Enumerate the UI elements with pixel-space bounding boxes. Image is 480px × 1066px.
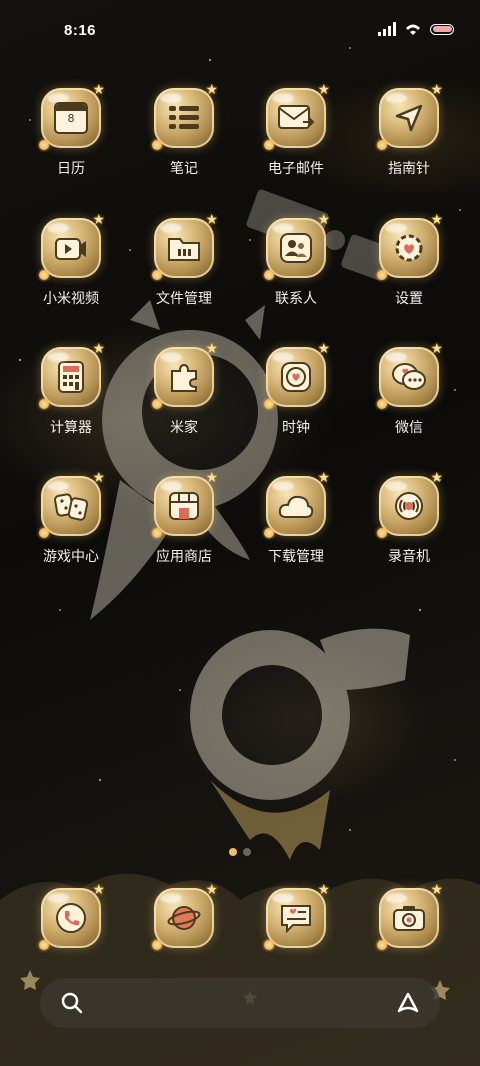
app-label: 笔记 xyxy=(170,161,198,177)
mail-icon: ★ xyxy=(264,82,330,150)
app-calculator[interactable]: ★ 计算器 xyxy=(16,341,126,437)
app-recorder[interactable]: ★ 录音机 xyxy=(354,470,464,566)
app-mail[interactable]: ★ 电子邮件 xyxy=(241,82,351,178)
app-label: 下载管理 xyxy=(268,549,324,565)
app-label: 小米视频 xyxy=(43,291,99,307)
video-icon: ★ xyxy=(39,212,105,280)
folder-icon: ★ xyxy=(152,212,218,280)
notes-icon: ★ xyxy=(152,82,218,150)
search-bar[interactable] xyxy=(40,978,440,1028)
search-icon[interactable] xyxy=(60,991,84,1015)
calendar-icon: 8 ★ xyxy=(39,82,105,150)
phone-icon: ★ xyxy=(39,882,105,950)
app-label: 时钟 xyxy=(282,420,310,436)
app-calendar[interactable]: 8 ★ 日历 xyxy=(16,82,126,178)
app-contacts[interactable]: ★ 联系人 xyxy=(241,212,351,308)
messages-icon: ★ xyxy=(264,882,330,950)
compass-icon: ★ xyxy=(377,82,443,150)
app-label: 联系人 xyxy=(275,291,317,307)
app-files[interactable]: ★ 文件管理 xyxy=(129,212,239,308)
wifi-icon xyxy=(406,24,420,35)
app-wechat[interactable]: ★ 微信 xyxy=(354,341,464,437)
recorder-icon: ★ xyxy=(377,470,443,538)
app-label: 文件管理 xyxy=(156,291,212,307)
dock-messages[interactable]: ★ xyxy=(241,882,351,950)
browser-planet-icon: ★ xyxy=(152,882,218,950)
star-icon: ★ xyxy=(92,82,105,98)
app-label: 指南针 xyxy=(388,161,430,177)
dock-phone[interactable]: ★ xyxy=(16,882,126,950)
app-label: 微信 xyxy=(395,420,423,436)
wechat-icon: ★ xyxy=(377,341,443,409)
puzzle-icon: ★ xyxy=(152,341,218,409)
dock-browser[interactable]: ★ xyxy=(129,882,239,950)
calendar-day: 8 xyxy=(67,112,75,125)
app-label: 录音机 xyxy=(388,549,430,565)
status-bar: 8:16 xyxy=(0,0,480,60)
signal-icon xyxy=(378,22,396,36)
status-time: 8:16 xyxy=(64,22,97,39)
store-icon: ★ xyxy=(152,470,218,538)
app-game-center[interactable]: ★ 游戏中心 xyxy=(16,470,126,566)
assistant-icon[interactable] xyxy=(396,991,420,1015)
battery-icon xyxy=(430,23,454,35)
app-store[interactable]: ★ 应用商店 xyxy=(129,470,239,566)
app-settings[interactable]: ★ 设置 xyxy=(354,212,464,308)
app-label: 计算器 xyxy=(50,420,92,436)
app-compass[interactable]: ★ 指南针 xyxy=(354,82,464,178)
app-label: 米家 xyxy=(170,420,198,436)
app-clock[interactable]: ★ 时钟 xyxy=(241,341,351,437)
page-dot xyxy=(229,848,237,856)
page-indicator[interactable] xyxy=(0,848,480,856)
game-icon: ★ xyxy=(39,470,105,538)
cloud-icon: ★ xyxy=(264,470,330,538)
app-notes[interactable]: ★ 笔记 xyxy=(129,82,239,178)
clock-icon: ★ xyxy=(264,341,330,409)
app-label: 日历 xyxy=(57,161,85,177)
contacts-icon: ★ xyxy=(264,212,330,280)
app-downloads[interactable]: ★ 下载管理 xyxy=(241,470,351,566)
app-label: 电子邮件 xyxy=(268,161,324,177)
camera-icon: ★ xyxy=(377,882,443,950)
app-video[interactable]: ★ 小米视频 xyxy=(16,212,126,308)
calculator-icon: ★ xyxy=(39,341,105,409)
dock-camera[interactable]: ★ xyxy=(354,882,464,950)
page-dot xyxy=(243,848,251,856)
app-label: 应用商店 xyxy=(156,549,212,565)
app-mijia[interactable]: ★ 米家 xyxy=(129,341,239,437)
app-label: 游戏中心 xyxy=(43,549,99,565)
app-label: 设置 xyxy=(395,291,423,307)
settings-icon: ★ xyxy=(377,212,443,280)
